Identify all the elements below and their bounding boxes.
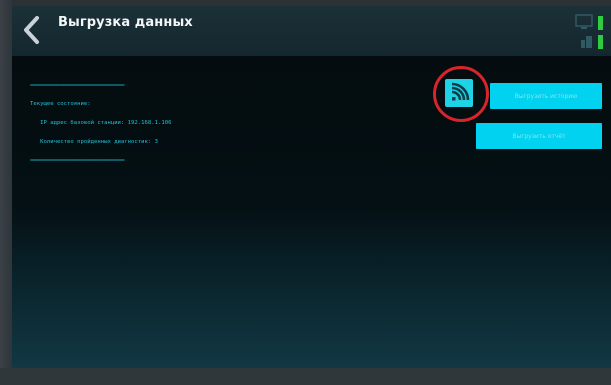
chevron-left-icon <box>24 16 39 44</box>
upload-report-button[interactable]: Выгрузить отчёт <box>476 123 602 149</box>
console-separator: ================================== <box>30 158 125 165</box>
console-line: Текущее состояние: <box>30 101 91 108</box>
header-bar: Выгрузка данных <box>12 6 611 56</box>
app-screen: Выгрузка данных ========================… <box>12 6 611 368</box>
highlight-circle <box>433 66 489 122</box>
outer-backdrop-bottom <box>0 368 611 385</box>
console-line: Количество пройденных диагностик: 3 <box>30 139 158 146</box>
page-title: Выгрузка данных <box>58 15 193 30</box>
upload-history-button[interactable]: Выгрузить историю <box>490 83 602 109</box>
network-icon <box>581 35 603 49</box>
console-separator: ================================== <box>30 82 125 89</box>
status-console: ================================== Текущ… <box>30 70 220 177</box>
monitor-icon <box>575 14 603 30</box>
console-line: IP адрес базовой станции: 192.168.1.106 <box>30 120 172 127</box>
back-button[interactable] <box>18 14 46 46</box>
outer-backdrop-left <box>0 0 12 385</box>
status-indicators <box>575 14 605 52</box>
